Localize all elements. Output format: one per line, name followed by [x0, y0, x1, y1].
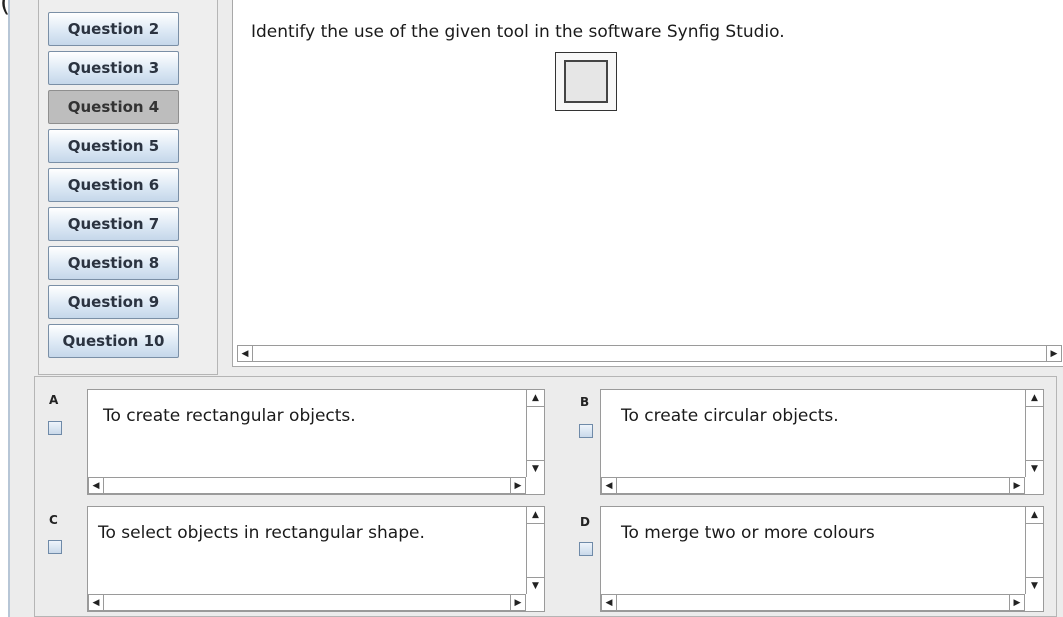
- question-horizontal-scrollbar[interactable]: ◀ ▶: [237, 345, 1062, 362]
- tool-image: [555, 52, 617, 111]
- option-a-text: To create rectangular objects.: [103, 406, 356, 426]
- option-c-vertical-scrollbar[interactable]: ▲ ▼: [526, 507, 544, 594]
- option-a-textbox[interactable]: To create rectangular objects. ▲ ▼ ◀ ▶: [87, 389, 545, 495]
- option-c-textbox[interactable]: To select objects in rectangular shape. …: [87, 506, 545, 612]
- option-a-horizontal-scrollbar[interactable]: ◀ ▶: [88, 477, 526, 494]
- rectangle-tool-icon: [564, 60, 608, 103]
- scroll-left-icon[interactable]: ◀: [238, 346, 253, 361]
- scroll-left-icon[interactable]: ◀: [602, 595, 617, 610]
- scroll-left-icon[interactable]: ◀: [602, 478, 617, 493]
- question-navigation-panel: Question 2 Question 3 Question 4 Questio…: [38, 0, 218, 375]
- option-d-horizontal-scrollbar[interactable]: ◀ ▶: [601, 594, 1025, 611]
- scroll-right-icon[interactable]: ▶: [510, 595, 525, 610]
- question-7-button[interactable]: Question 7: [48, 207, 179, 241]
- scroll-right-icon[interactable]: ▶: [1009, 478, 1024, 493]
- scroll-down-icon[interactable]: ▼: [1026, 577, 1043, 594]
- scroll-up-icon[interactable]: ▲: [527, 390, 544, 407]
- scroll-up-icon[interactable]: ▲: [1026, 507, 1043, 524]
- question-5-button[interactable]: Question 5: [48, 129, 179, 163]
- option-b-letter: B: [580, 395, 590, 409]
- scroll-right-icon[interactable]: ▶: [1009, 595, 1024, 610]
- question-pane: Identify the use of the given tool in th…: [232, 0, 1063, 367]
- scroll-down-icon[interactable]: ▼: [1026, 460, 1043, 477]
- question-text: Identify the use of the given tool in th…: [251, 22, 785, 42]
- scroll-left-icon[interactable]: ◀: [89, 595, 104, 610]
- question-8-button[interactable]: Question 8: [48, 246, 179, 280]
- option-b-horizontal-scrollbar[interactable]: ◀ ▶: [601, 477, 1025, 494]
- exam-window: Question 2 Question 3 Question 4 Questio…: [8, 0, 1063, 617]
- option-c-text: To select objects in rectangular shape.: [98, 523, 425, 543]
- option-c-letter: C: [49, 513, 58, 527]
- question-2-button[interactable]: Question 2: [48, 12, 179, 46]
- option-d-letter: D: [580, 515, 590, 529]
- option-b-text: To create circular objects.: [621, 406, 839, 426]
- option-a-letter: A: [49, 393, 59, 407]
- option-a-checkbox[interactable]: [48, 421, 62, 435]
- scroll-left-icon[interactable]: ◀: [89, 478, 104, 493]
- option-c-horizontal-scrollbar[interactable]: ◀ ▶: [88, 594, 526, 611]
- question-10-button[interactable]: Question 10: [48, 324, 179, 358]
- scroll-down-icon[interactable]: ▼: [527, 460, 544, 477]
- option-d-checkbox[interactable]: [579, 542, 593, 556]
- option-d-text: To merge two or more colours: [621, 523, 875, 543]
- question-4-button[interactable]: Question 4: [48, 90, 179, 124]
- scroll-up-icon[interactable]: ▲: [1026, 390, 1043, 407]
- option-c-checkbox[interactable]: [48, 540, 62, 554]
- option-a-vertical-scrollbar[interactable]: ▲ ▼: [526, 390, 544, 477]
- option-d-vertical-scrollbar[interactable]: ▲ ▼: [1025, 507, 1043, 594]
- question-9-button[interactable]: Question 9: [48, 285, 179, 319]
- scroll-down-icon[interactable]: ▼: [527, 577, 544, 594]
- question-3-button[interactable]: Question 3: [48, 51, 179, 85]
- option-b-textbox[interactable]: To create circular objects. ▲ ▼ ◀ ▶: [600, 389, 1044, 495]
- option-b-vertical-scrollbar[interactable]: ▲ ▼: [1025, 390, 1043, 477]
- option-d-textbox[interactable]: To merge two or more colours ▲ ▼ ◀ ▶: [600, 506, 1044, 612]
- scroll-up-icon[interactable]: ▲: [527, 507, 544, 524]
- scroll-right-icon[interactable]: ▶: [510, 478, 525, 493]
- scroll-right-icon[interactable]: ▶: [1046, 346, 1061, 361]
- answer-options-panel: A To create rectangular objects. ▲ ▼ ◀ ▶…: [34, 376, 1057, 617]
- option-b-checkbox[interactable]: [579, 424, 593, 438]
- question-6-button[interactable]: Question 6: [48, 168, 179, 202]
